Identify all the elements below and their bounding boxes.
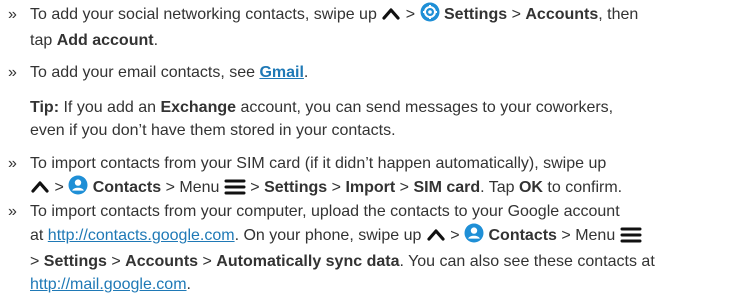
chevron-up-icon	[426, 227, 446, 250]
contacts-google-link[interactable]: http://contacts.google.com	[48, 227, 235, 244]
list-item-email-contacts: » To add your email contacts, see Gmail.	[8, 61, 734, 84]
bullet: »	[8, 203, 17, 220]
bullet: »	[8, 6, 17, 23]
menu-hamburger-icon	[224, 179, 246, 202]
list-item-sim-import: » To import contacts from your SIM card (…	[8, 152, 734, 202]
tip-label: Tip:	[30, 99, 60, 116]
mail-google-link[interactable]: http://mail.google.com	[30, 276, 187, 293]
list-item-social-contacts: » To add your social networking contacts,…	[8, 2, 734, 52]
menu-hamburger-icon	[620, 227, 642, 250]
gmail-link[interactable]: Gmail	[259, 64, 303, 81]
bullet: »	[8, 64, 17, 81]
list-item-computer-import: » To import contacts from your computer, …	[8, 200, 734, 296]
bullet: »	[8, 155, 17, 172]
chevron-up-icon	[30, 179, 50, 202]
contacts-person-icon	[464, 223, 484, 250]
contacts-person-icon	[68, 175, 88, 202]
settings-gear-icon	[420, 2, 440, 29]
chevron-up-icon	[381, 6, 401, 29]
tip-paragraph: Tip: If you add an Exchange account, you…	[30, 99, 614, 139]
help-document: » To add your social networking contacts,…	[0, 0, 734, 295]
